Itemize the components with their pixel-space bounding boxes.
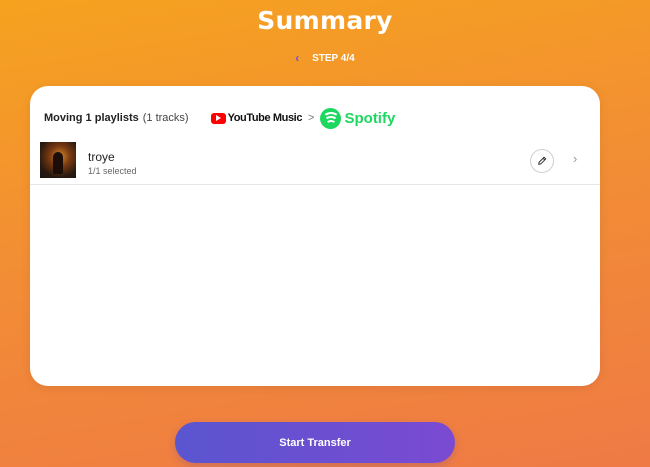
chevron-right-icon[interactable]: ›	[573, 151, 577, 166]
spotify-circle-icon	[320, 107, 342, 129]
moving-count-label: Moving 1 playlists	[44, 112, 139, 124]
destination-service-name: Spotify	[344, 109, 396, 127]
spotify-logo: Spotify	[320, 107, 396, 129]
playlist-thumbnail	[40, 142, 76, 178]
youtube-play-icon	[210, 112, 226, 124]
pencil-icon	[538, 156, 547, 165]
summary-card: Moving 1 playlists (1 tracks) YouTube Mu…	[30, 86, 600, 386]
arrow-right-icon: >	[308, 112, 315, 124]
chevron-left-icon[interactable]: ‹	[295, 51, 299, 65]
youtube-music-logo: YouTube Music	[210, 112, 303, 124]
playlist-row[interactable]: troye 1/1 selected ›	[30, 140, 600, 185]
playlist-selection-count: 1/1 selected	[88, 166, 137, 176]
step-indicator: ‹ STEP 4/4	[0, 50, 650, 65]
tracks-count-label: (1 tracks)	[142, 112, 189, 124]
source-service-name: YouTube Music	[227, 112, 303, 124]
step-label: STEP 4/4	[312, 53, 355, 64]
playlist-name: troye	[88, 150, 115, 164]
page-title: Summary	[257, 6, 393, 35]
transfer-header: Moving 1 playlists (1 tracks) YouTube Mu…	[44, 106, 586, 130]
edit-button[interactable]	[530, 149, 554, 173]
start-transfer-button[interactable]: Start Transfer	[175, 422, 455, 463]
